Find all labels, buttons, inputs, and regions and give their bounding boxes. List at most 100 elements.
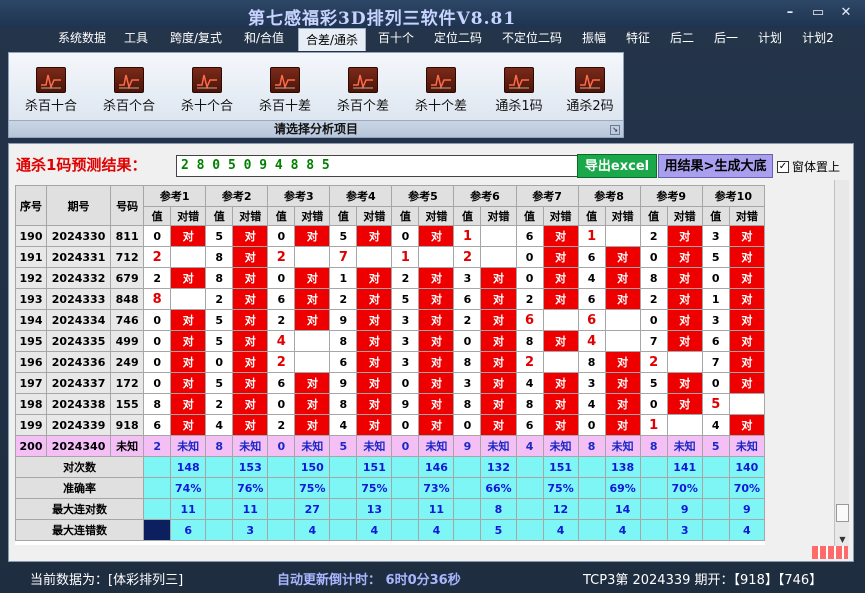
stat-spacer xyxy=(577,456,606,478)
seq-cell: 198 xyxy=(14,393,48,415)
table-row[interactable]: 197 2024337 172 0 对 5 对 6 对 9 对 0 对 3 对 4 对 3 对 5 对 0 对 xyxy=(14,372,766,394)
menu-system-data[interactable]: 系统数据 xyxy=(52,27,112,50)
chart-line-icon xyxy=(348,67,378,93)
menu-feature[interactable]: 特征 xyxy=(620,27,656,50)
ribbon-button-1[interactable]: 杀百十合 xyxy=(19,67,83,115)
value-cell: 0 xyxy=(639,393,668,415)
menu-span-combo[interactable]: 跨度/复式 xyxy=(164,27,228,50)
stat-spacer xyxy=(391,477,420,499)
value-cell: 5 xyxy=(701,393,730,415)
menu-last-one[interactable]: 后一 xyxy=(708,27,744,50)
stat-spacer xyxy=(453,456,482,478)
restore-button[interactable]: ▭ xyxy=(806,4,830,22)
result-value-field[interactable]: 2 8 0 5 0 9 4 8 8 5 xyxy=(176,155,579,177)
result-cell-right: 对 xyxy=(666,267,703,289)
vertical-scrollbar[interactable]: ▼ xyxy=(834,180,849,548)
result-cell-right: 对 xyxy=(666,393,703,415)
value-cell: 1 xyxy=(577,225,606,247)
ribbon-button-4[interactable]: 杀百十差 xyxy=(253,67,317,115)
menu-plan2[interactable]: 计划2 xyxy=(796,27,840,50)
result-cell-right: 对 xyxy=(356,225,393,247)
value-cell: 0 xyxy=(267,267,296,289)
ribbon-button-label: 杀十个差 xyxy=(414,99,467,114)
ribbon-button-8[interactable]: 通杀2码 xyxy=(558,67,622,115)
stat-value: 5 xyxy=(480,519,517,541)
generate-base-button[interactable]: 用结果>生成大底 xyxy=(658,154,773,178)
export-excel-button[interactable]: 导出excel xyxy=(577,154,657,178)
scrollbar-thumb[interactable] xyxy=(836,504,849,522)
table-row[interactable]: 191 2024331 712 2 8 对 2 7 1 2 0 对 6 对 0 对 5 对 xyxy=(14,246,766,268)
ribbon-button-7[interactable]: 通杀1码 xyxy=(487,67,551,115)
value-cell: 8 xyxy=(205,246,234,268)
menu-diff-kill[interactable]: 合差/通杀 xyxy=(298,28,366,51)
stat-value: 9 xyxy=(666,498,703,520)
ribbon-launcher-icon[interactable]: ↘ xyxy=(610,125,620,135)
ontop-checkbox-wrap[interactable]: ✓ 窗体置上 xyxy=(777,156,840,175)
stat-label: 准确率 xyxy=(14,477,145,499)
minimize-button[interactable]: – xyxy=(778,4,802,22)
result-cell-empty xyxy=(418,246,455,268)
table-row[interactable]: 196 2024336 249 0 对 0 对 2 6 对 3 对 8 对 2 8 对 2 7 对 xyxy=(14,351,766,373)
menu-unfixed-two[interactable]: 不定位二码 xyxy=(496,27,568,50)
stat-spacer xyxy=(577,477,606,499)
menu-last-two[interactable]: 后二 xyxy=(664,27,700,50)
result-cell-right: 对 xyxy=(232,330,269,352)
ribbon-button-label: 杀百个合 xyxy=(102,99,155,114)
value-cell: 3 xyxy=(391,309,420,331)
code-cell: 679 xyxy=(110,267,145,289)
stat-value: 4 xyxy=(294,519,331,541)
stat-value: 4 xyxy=(728,519,766,541)
seq-cell: 194 xyxy=(14,309,48,331)
table-row[interactable]: 193 2024333 848 8 2 对 6 对 2 对 5 对 6 对 2 对 6 对 2 对 1 对 xyxy=(14,288,766,310)
menu-position-digits[interactable]: 百十个 xyxy=(372,27,420,50)
value-cell: 4 xyxy=(329,414,358,436)
result-cell-right: 对 xyxy=(170,393,207,415)
stat-row: 最大连对数 11 11 27 13 11 8 12 14 9 9 xyxy=(14,498,766,520)
stat-spacer xyxy=(205,519,234,541)
result-cell-right: 对 xyxy=(480,414,517,436)
table-row[interactable]: 199 2024339 918 6 对 4 对 2 对 4 对 0 对 0 对 6 对 0 对 1 4 对 xyxy=(14,414,766,436)
col-seq-header: 序号 xyxy=(14,185,48,226)
result-cell-empty xyxy=(604,330,641,352)
result-subheader: 对错 xyxy=(356,206,393,226)
value-subheader: 值 xyxy=(453,206,482,226)
ribbon-button-3[interactable]: 杀十个合 xyxy=(175,67,239,115)
status-countdown: 自动更新倒计时： 6时0分36秒 xyxy=(277,573,461,588)
table-row[interactable]: 195 2024335 499 0 对 5 对 4 8 对 3 对 0 对 8 对 4 7 对 6 对 xyxy=(14,330,766,352)
table-row[interactable]: 190 2024330 811 0 对 5 对 0 对 5 对 0 对 1 6 对 1 2 对 3 对 xyxy=(14,225,766,247)
menu-sum[interactable]: 和/合值 xyxy=(236,27,292,50)
value-cell: 6 xyxy=(515,309,544,331)
table-row[interactable]: 198 2024338 155 8 对 2 对 0 对 8 对 9 对 8 对 8 对 4 对 0 对 5 xyxy=(14,393,766,415)
result-cell-empty xyxy=(294,246,331,268)
result-cell-right: 对 xyxy=(232,414,269,436)
seq-cell: 197 xyxy=(14,372,48,394)
stat-spacer xyxy=(453,519,482,541)
seq-cell: 195 xyxy=(14,330,48,352)
menu-plan[interactable]: 计划 xyxy=(752,27,788,50)
result-cell-right: 对 xyxy=(728,246,766,268)
prediction-row[interactable]: 200 2024340 未知 2 未知 8 未知 0 未知 5 未知 0 未知 9 未知 4 未知 8 未知 8 未知 5… xyxy=(14,435,766,457)
stat-spacer xyxy=(391,498,420,520)
value-cell: 3 xyxy=(391,351,420,373)
stat-value: 66% xyxy=(480,477,517,499)
close-button[interactable]: ✕ xyxy=(834,4,858,22)
menu-fixed-two[interactable]: 定位二码 xyxy=(428,27,488,50)
pred-unknown-cell: 未知 xyxy=(666,435,703,457)
result-cell-right: 对 xyxy=(480,351,517,373)
table-row[interactable]: 194 2024334 746 0 对 5 对 2 对 9 对 3 对 2 对 6 6 0 对 3 对 xyxy=(14,309,766,331)
result-cell-right: 对 xyxy=(356,309,393,331)
scroll-down-icon[interactable]: ▼ xyxy=(836,533,849,547)
ribbon-button-6[interactable]: 杀十个差 xyxy=(409,67,473,115)
ribbon-button-2[interactable]: 杀百个合 xyxy=(97,67,161,115)
menu-tools[interactable]: 工具 xyxy=(118,27,154,50)
seq-cell: 193 xyxy=(14,288,48,310)
menu-amplitude[interactable]: 振幅 xyxy=(576,27,612,50)
value-cell: 9 xyxy=(329,372,358,394)
issue-cell: 2024338 xyxy=(46,393,112,415)
ribbon-button-5[interactable]: 杀百个差 xyxy=(331,67,395,115)
ontop-checkbox[interactable]: ✓ xyxy=(777,160,789,173)
stat-row: 对次数 148 153 150 151 146 132 151 138 141 140 xyxy=(14,456,766,478)
stat-value: 151 xyxy=(356,456,393,478)
table-row[interactable]: 192 2024332 679 2 对 8 对 0 对 1 对 2 对 3 对 0 对 4 对 8 对 0 对 xyxy=(14,267,766,289)
result-subheader: 对错 xyxy=(294,206,331,226)
